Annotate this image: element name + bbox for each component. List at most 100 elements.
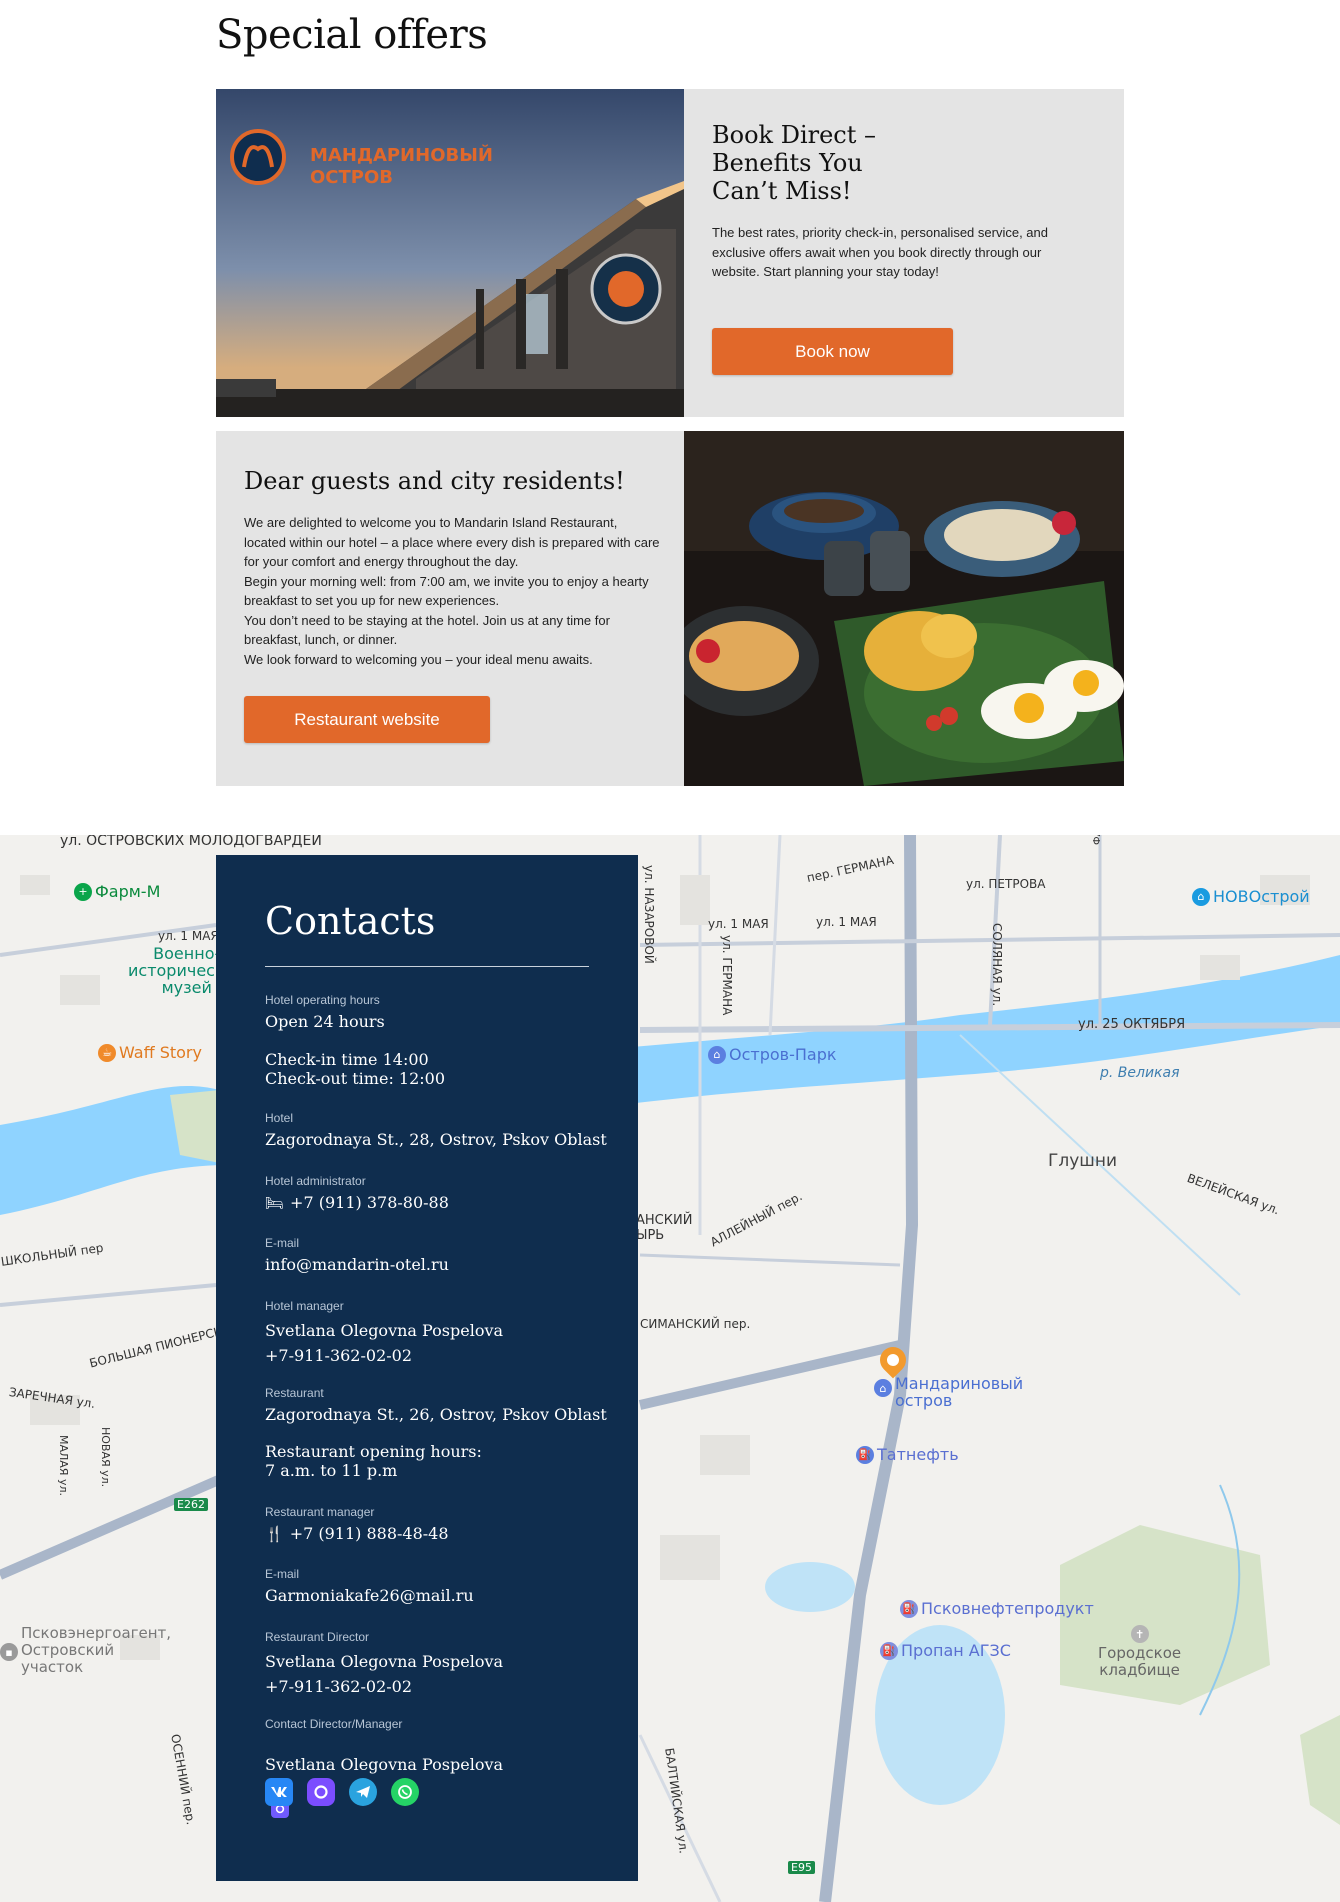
street-label: СИМАНСКИЙ пер. bbox=[640, 1317, 751, 1331]
poi-label: НОВОстрой bbox=[1213, 887, 1310, 906]
gas-station-icon: ⛽ bbox=[856, 1445, 874, 1464]
offer-card-heading: Dear guests and city residents! bbox=[244, 467, 625, 495]
poi-label: Пропан АГЗС bbox=[901, 1641, 1011, 1660]
offer-card-heading: Book Direct – Benefits You Can’t Miss! bbox=[712, 121, 877, 205]
cutlery-icon: 🍴 bbox=[265, 1525, 284, 1543]
offer-card-text: The best rates, priority check-in, perso… bbox=[712, 225, 1048, 279]
hotel-manager-label: Hotel manager bbox=[265, 1299, 344, 1313]
book-now-button[interactable]: Book now bbox=[712, 328, 953, 375]
pharmacy-icon: + bbox=[74, 882, 92, 901]
hotel-address: Zagorodnaya St., 28, Ostrov, Pskov Oblas… bbox=[265, 1130, 607, 1149]
poi-label: Мандариновый остров bbox=[895, 1374, 1024, 1410]
restaurant-email-label: E-mail bbox=[265, 1567, 300, 1581]
cafe-icon: ☕ bbox=[98, 1043, 116, 1062]
bed-icon: 🛏 bbox=[265, 1194, 285, 1212]
poi-label: Псковэнергоагент, Островский участок bbox=[21, 1624, 172, 1676]
hotel-email-link[interactable]: info@mandarin-otel.ru bbox=[265, 1255, 449, 1274]
hotel-manager: Svetlana Olegovna Pospelova +7-911-362-0… bbox=[265, 1321, 504, 1365]
street-label: ул. ОСТРОВСКИХ МОЛОДОГВАРДЕЙ bbox=[60, 835, 322, 849]
bed-icon bbox=[884, 1351, 902, 1369]
admin-label: Hotel administrator bbox=[265, 1174, 366, 1188]
poi-pskovnefteprodukt[interactable]: ⛽ Псковнефтепродукт bbox=[900, 1599, 1094, 1618]
contacts-title: Contacts bbox=[265, 899, 436, 943]
restaurant-phone: +7 (911) 888-48-48 bbox=[289, 1524, 449, 1543]
street-label: СОЛЯНАЯ ул. bbox=[990, 923, 1004, 1007]
offer-card-text: We are delighted to welcome you to Manda… bbox=[244, 515, 660, 667]
contacts-divider bbox=[265, 966, 589, 967]
street-label: ул. ГЕРМАНА bbox=[720, 935, 734, 1016]
shop-icon: ⌂ bbox=[1192, 887, 1210, 906]
hotel-hours: Open 24 hours bbox=[265, 1012, 385, 1031]
offer-card-book-direct: МАНДАРИНОВЫЙ ОСТРОВ Book Direct – Benefi… bbox=[216, 89, 1124, 417]
poi-label: Фарм-М bbox=[95, 882, 161, 901]
location-map[interactable]: ул. ОСТРОВСКИХ МОЛОДОГВАРДЕЙ + Фарм-М ул.… bbox=[0, 835, 1340, 1902]
poi-ostrov-park[interactable]: ⌂ Остров-Парк bbox=[708, 1045, 837, 1064]
restaurant-director: Svetlana Olegovna Pospelova +7-911-362-0… bbox=[265, 1652, 504, 1696]
hotel-photo-illustration: МАНДАРИНОВЫЙ ОСТРОВ bbox=[216, 89, 684, 417]
cemetery-icon: ✝ bbox=[1130, 1625, 1149, 1643]
office-icon: ▪ bbox=[0, 1643, 18, 1661]
hotel-icon: ⌂ bbox=[874, 1379, 892, 1397]
whatsapp-icon[interactable] bbox=[391, 1778, 419, 1806]
route-badge: E262 bbox=[174, 1498, 208, 1511]
telegram-icon[interactable] bbox=[349, 1778, 377, 1806]
poi-mandarin-island[interactable]: ⌂ Мандариновый остров bbox=[874, 1375, 1023, 1409]
street-label: НОВАЯ ул. bbox=[99, 1427, 112, 1488]
offer-card-restaurant: Dear guests and city residents! We are d… bbox=[216, 431, 1124, 786]
hotel-label: Hotel bbox=[265, 1111, 294, 1125]
gas-station-icon: ⛽ bbox=[880, 1641, 898, 1660]
restaurant-website-button[interactable]: Restaurant website bbox=[244, 696, 490, 743]
email-label: E-mail bbox=[265, 1236, 300, 1250]
river-label: р. Великая bbox=[1100, 1065, 1180, 1081]
restaurant-address: Zagorodnaya St., 26, Ostrov, Pskov Oblas… bbox=[265, 1405, 607, 1424]
contacts-panel: Contacts Hotel operating hours Open 24 h… bbox=[216, 855, 638, 1881]
offer-card-body: Book Direct – Benefits You Can’t Miss! T… bbox=[712, 121, 1092, 282]
admin-phone-link[interactable]: 🛏 +7 (911) 378-80-88 bbox=[265, 1193, 449, 1213]
poi-waff-story[interactable]: ☕ Waff Story bbox=[98, 1043, 202, 1062]
hotel-logo-line1: МАНДАРИНОВЫЙ bbox=[310, 144, 493, 166]
street-label: ул. 25 ОКТЯБРЯ bbox=[1078, 1017, 1186, 1032]
poi-cemetery[interactable]: ✝ Городское кладбище bbox=[1098, 1625, 1181, 1679]
check-in-out-times: Check-in time 14:00 Check-out time: 12:0… bbox=[265, 1050, 446, 1088]
hotel-icon: ⌂ bbox=[708, 1045, 726, 1064]
hotel-photo: МАНДАРИНОВЫЙ ОСТРОВ bbox=[216, 89, 684, 417]
poi-label: Waff Story bbox=[119, 1043, 202, 1062]
poi-novostroy[interactable]: ⌂ НОВОстрой bbox=[1192, 887, 1310, 906]
breakfast-photo bbox=[684, 431, 1124, 786]
director-label: Restaurant Director bbox=[265, 1630, 370, 1644]
poi-propan[interactable]: ⛽ Пропан АГЗС bbox=[880, 1641, 1011, 1660]
social-links bbox=[265, 1778, 419, 1806]
street-label: ул. ПЕТРОВА bbox=[966, 877, 1046, 891]
restaurant-hours: Restaurant opening hours: 7 a.m. to 11 p… bbox=[265, 1442, 482, 1480]
restaurant-manager-label: Restaurant manager bbox=[265, 1505, 375, 1519]
offers-title: Special offers bbox=[216, 12, 488, 58]
poi-label: Татнефть bbox=[877, 1445, 959, 1464]
max-icon[interactable] bbox=[307, 1778, 335, 1806]
poi-farm[interactable]: + Фарм-М bbox=[74, 882, 160, 901]
poi-label: Городское кладбище bbox=[1098, 1644, 1182, 1679]
restaurant-label: Restaurant bbox=[265, 1386, 324, 1400]
poi-label: Остров-Парк bbox=[729, 1045, 837, 1064]
poi-tatneft[interactable]: ⛽ Татнефть bbox=[856, 1445, 959, 1464]
offer-card-body: Dear guests and city residents! We are d… bbox=[244, 465, 664, 669]
breakfast-photo-illustration bbox=[684, 431, 1124, 786]
street-label: ул. 1 МАЯ bbox=[816, 915, 877, 929]
hotel-logo-line2: ОСТРОВ bbox=[310, 167, 393, 188]
poi-pskovenergo[interactable]: ▪ Псковэнергоагент, Островский участок bbox=[0, 1625, 171, 1676]
restaurant-email-link[interactable]: Garmoniakafe26@mail.ru bbox=[265, 1586, 474, 1605]
street-label: МАЛАЯ ул. bbox=[57, 1435, 70, 1496]
restaurant-phone-link[interactable]: 🍴 +7 (911) 888-48-48 bbox=[265, 1524, 449, 1544]
hotel-hours-label: Hotel operating hours bbox=[265, 993, 380, 1007]
street-label: ул. 1 МАЯ bbox=[158, 929, 219, 943]
street-label: ФАБРИЧНАЯ ул. bbox=[1092, 835, 1103, 845]
gas-station-icon: ⛽ bbox=[900, 1599, 918, 1618]
poi-label: Псковнефтепродукт bbox=[921, 1599, 1094, 1618]
contact-director-name: Svetlana Olegovna Pospelova bbox=[265, 1755, 504, 1774]
street-label: ул. 1 МАЯ bbox=[708, 917, 769, 931]
vk-icon[interactable] bbox=[265, 1778, 293, 1806]
street-label: АНСКИЙ ЫРЬ bbox=[636, 1213, 693, 1243]
route-badge: E95 bbox=[788, 1861, 815, 1874]
admin-phone: +7 (911) 378-80-88 bbox=[290, 1193, 449, 1212]
place-label: Глушни bbox=[1048, 1151, 1118, 1171]
street-label: ул. НАЗАРОВОЙ bbox=[642, 865, 656, 964]
